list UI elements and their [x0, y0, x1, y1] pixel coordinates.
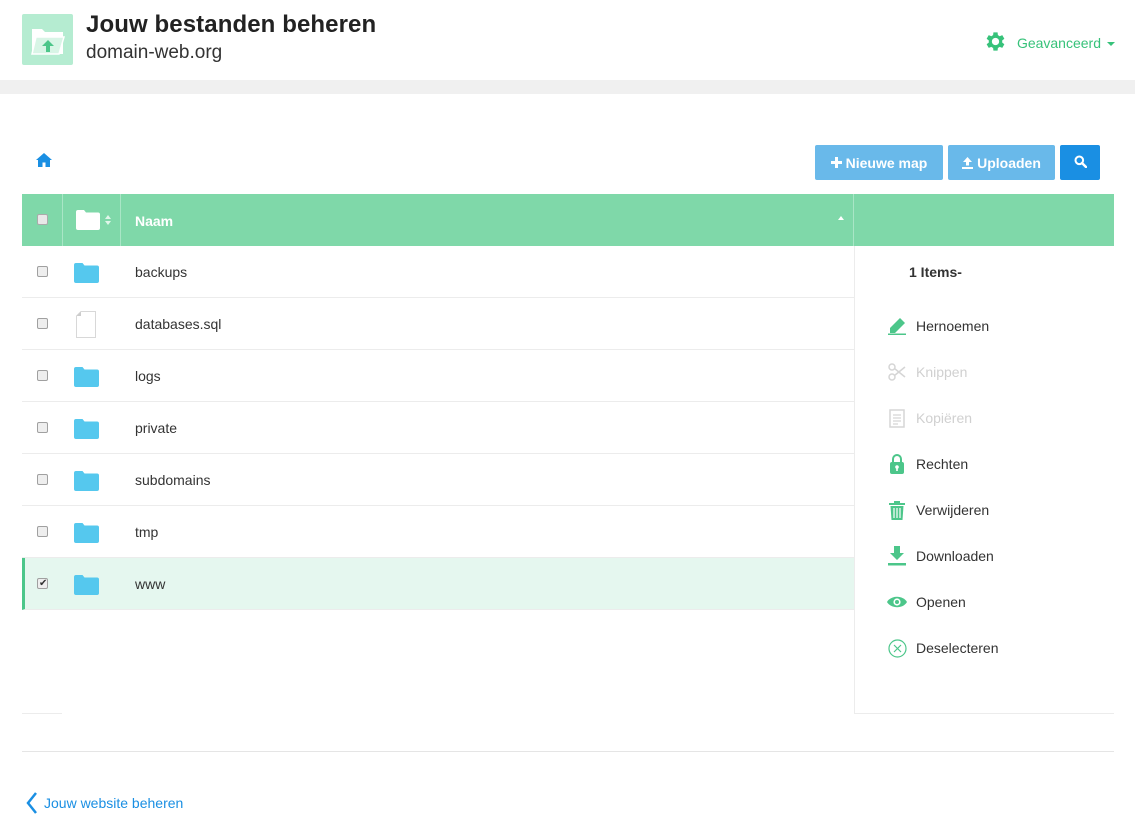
deselect-label: Deselecteren — [916, 640, 999, 656]
footer-divider — [22, 751, 1114, 752]
upload-icon — [962, 156, 974, 169]
advanced-label: Geavanceerd — [1016, 35, 1101, 51]
lock-icon — [887, 454, 907, 474]
row-checkbox[interactable] — [37, 370, 48, 381]
folder-icon — [76, 210, 100, 230]
cut-label: Knippen — [916, 364, 968, 380]
search-button[interactable] — [1060, 145, 1100, 180]
table-row[interactable]: tmp — [22, 506, 854, 558]
advanced-menu[interactable]: Geavanceerd — [983, 29, 1115, 57]
scissors-icon — [887, 362, 907, 382]
name-header-label: Naam — [135, 213, 174, 229]
trash-icon — [887, 500, 907, 520]
table-row[interactable]: private — [22, 402, 854, 454]
folder-icon — [74, 263, 99, 283]
row-name[interactable]: backups — [135, 264, 187, 280]
open-action[interactable]: Openen — [887, 592, 966, 612]
row-checkbox[interactable] — [37, 266, 48, 277]
delete-label: Verwijderen — [916, 502, 990, 518]
pencil-icon — [887, 316, 907, 336]
close-circle-icon — [887, 638, 907, 658]
selected-items-count: 1 Items- — [909, 264, 962, 280]
checkmark-icon: ✔ — [39, 578, 48, 589]
home-icon[interactable] — [35, 152, 53, 173]
chevron-left-icon — [26, 792, 37, 814]
copy-icon — [887, 408, 907, 428]
row-name[interactable]: tmp — [135, 524, 158, 540]
table-row[interactable]: subdomains — [22, 454, 854, 506]
select-all-cell — [22, 194, 63, 246]
table-row-selected[interactable]: ✔ www — [22, 558, 854, 610]
back-link-label: Jouw website beheren — [44, 795, 184, 811]
table-row[interactable]: databases.sql — [22, 298, 854, 350]
copy-action[interactable]: Kopiëren — [887, 408, 972, 428]
rename-label: Hernoemen — [916, 318, 990, 334]
upload-button[interactable]: Uploaden — [948, 145, 1055, 180]
header-divider — [0, 80, 1135, 94]
file-list: backups databases.sql logs private subdo… — [22, 246, 854, 610]
gear-icon — [983, 29, 1008, 57]
folder-icon — [74, 575, 99, 595]
open-label: Openen — [916, 594, 966, 610]
page-title: Jouw bestanden beheren — [86, 11, 377, 38]
app-header: Jouw bestanden beheren domain-web.org Ge… — [0, 0, 1135, 80]
delete-action[interactable]: Verwijderen — [887, 500, 989, 520]
download-icon — [887, 546, 907, 566]
upload-label: Uploaden — [977, 154, 1041, 171]
row-checkbox[interactable] — [37, 422, 48, 433]
actions-panel: 1 Items- Hernoemen Knippen Kopiëren Rech… — [854, 246, 1114, 714]
sort-icon — [105, 215, 111, 225]
download-action[interactable]: Downloaden — [887, 546, 994, 566]
rename-action[interactable]: Hernoemen — [887, 316, 989, 336]
file-icon — [76, 311, 96, 338]
sort-ascending-icon — [838, 216, 844, 220]
file-table-header: Naam — [22, 194, 1114, 246]
row-name[interactable]: subdomains — [135, 472, 211, 488]
row-name[interactable]: private — [135, 420, 177, 436]
row-checkbox[interactable] — [37, 474, 48, 485]
download-label: Downloaden — [916, 548, 994, 564]
table-row[interactable]: backups — [22, 246, 854, 298]
folder-icon — [74, 471, 99, 491]
folder-icon — [74, 367, 99, 387]
name-column-header[interactable]: Naam — [121, 194, 854, 246]
new-folder-button[interactable]: Nieuwe map — [815, 145, 943, 180]
row-checkbox[interactable] — [37, 318, 48, 329]
divider — [22, 713, 62, 714]
type-column-header[interactable] — [63, 194, 121, 246]
folder-icon — [74, 523, 99, 543]
search-icon — [1074, 155, 1087, 171]
back-to-website-link[interactable]: Jouw website beheren — [26, 792, 183, 814]
eye-icon — [887, 592, 907, 612]
row-name[interactable]: databases.sql — [135, 316, 221, 332]
permissions-action[interactable]: Rechten — [887, 454, 968, 474]
row-name[interactable]: www — [135, 576, 165, 592]
select-all-checkbox[interactable] — [37, 214, 48, 225]
permissions-label: Rechten — [916, 456, 969, 472]
folder-upload-logo-icon — [22, 14, 73, 65]
domain-name: domain-web.org — [86, 42, 223, 63]
cut-action[interactable]: Knippen — [887, 362, 967, 382]
table-row[interactable]: logs — [22, 350, 854, 402]
chevron-down-icon — [1107, 42, 1115, 46]
copy-label: Kopiëren — [916, 410, 973, 426]
deselect-action[interactable]: Deselecteren — [887, 638, 999, 658]
row-name[interactable]: logs — [135, 368, 161, 384]
plus-icon — [830, 157, 842, 168]
row-checkbox[interactable] — [37, 526, 48, 537]
new-folder-label: Nieuwe map — [845, 154, 928, 171]
folder-icon — [74, 419, 99, 439]
row-checkbox-checked[interactable]: ✔ — [37, 578, 48, 589]
